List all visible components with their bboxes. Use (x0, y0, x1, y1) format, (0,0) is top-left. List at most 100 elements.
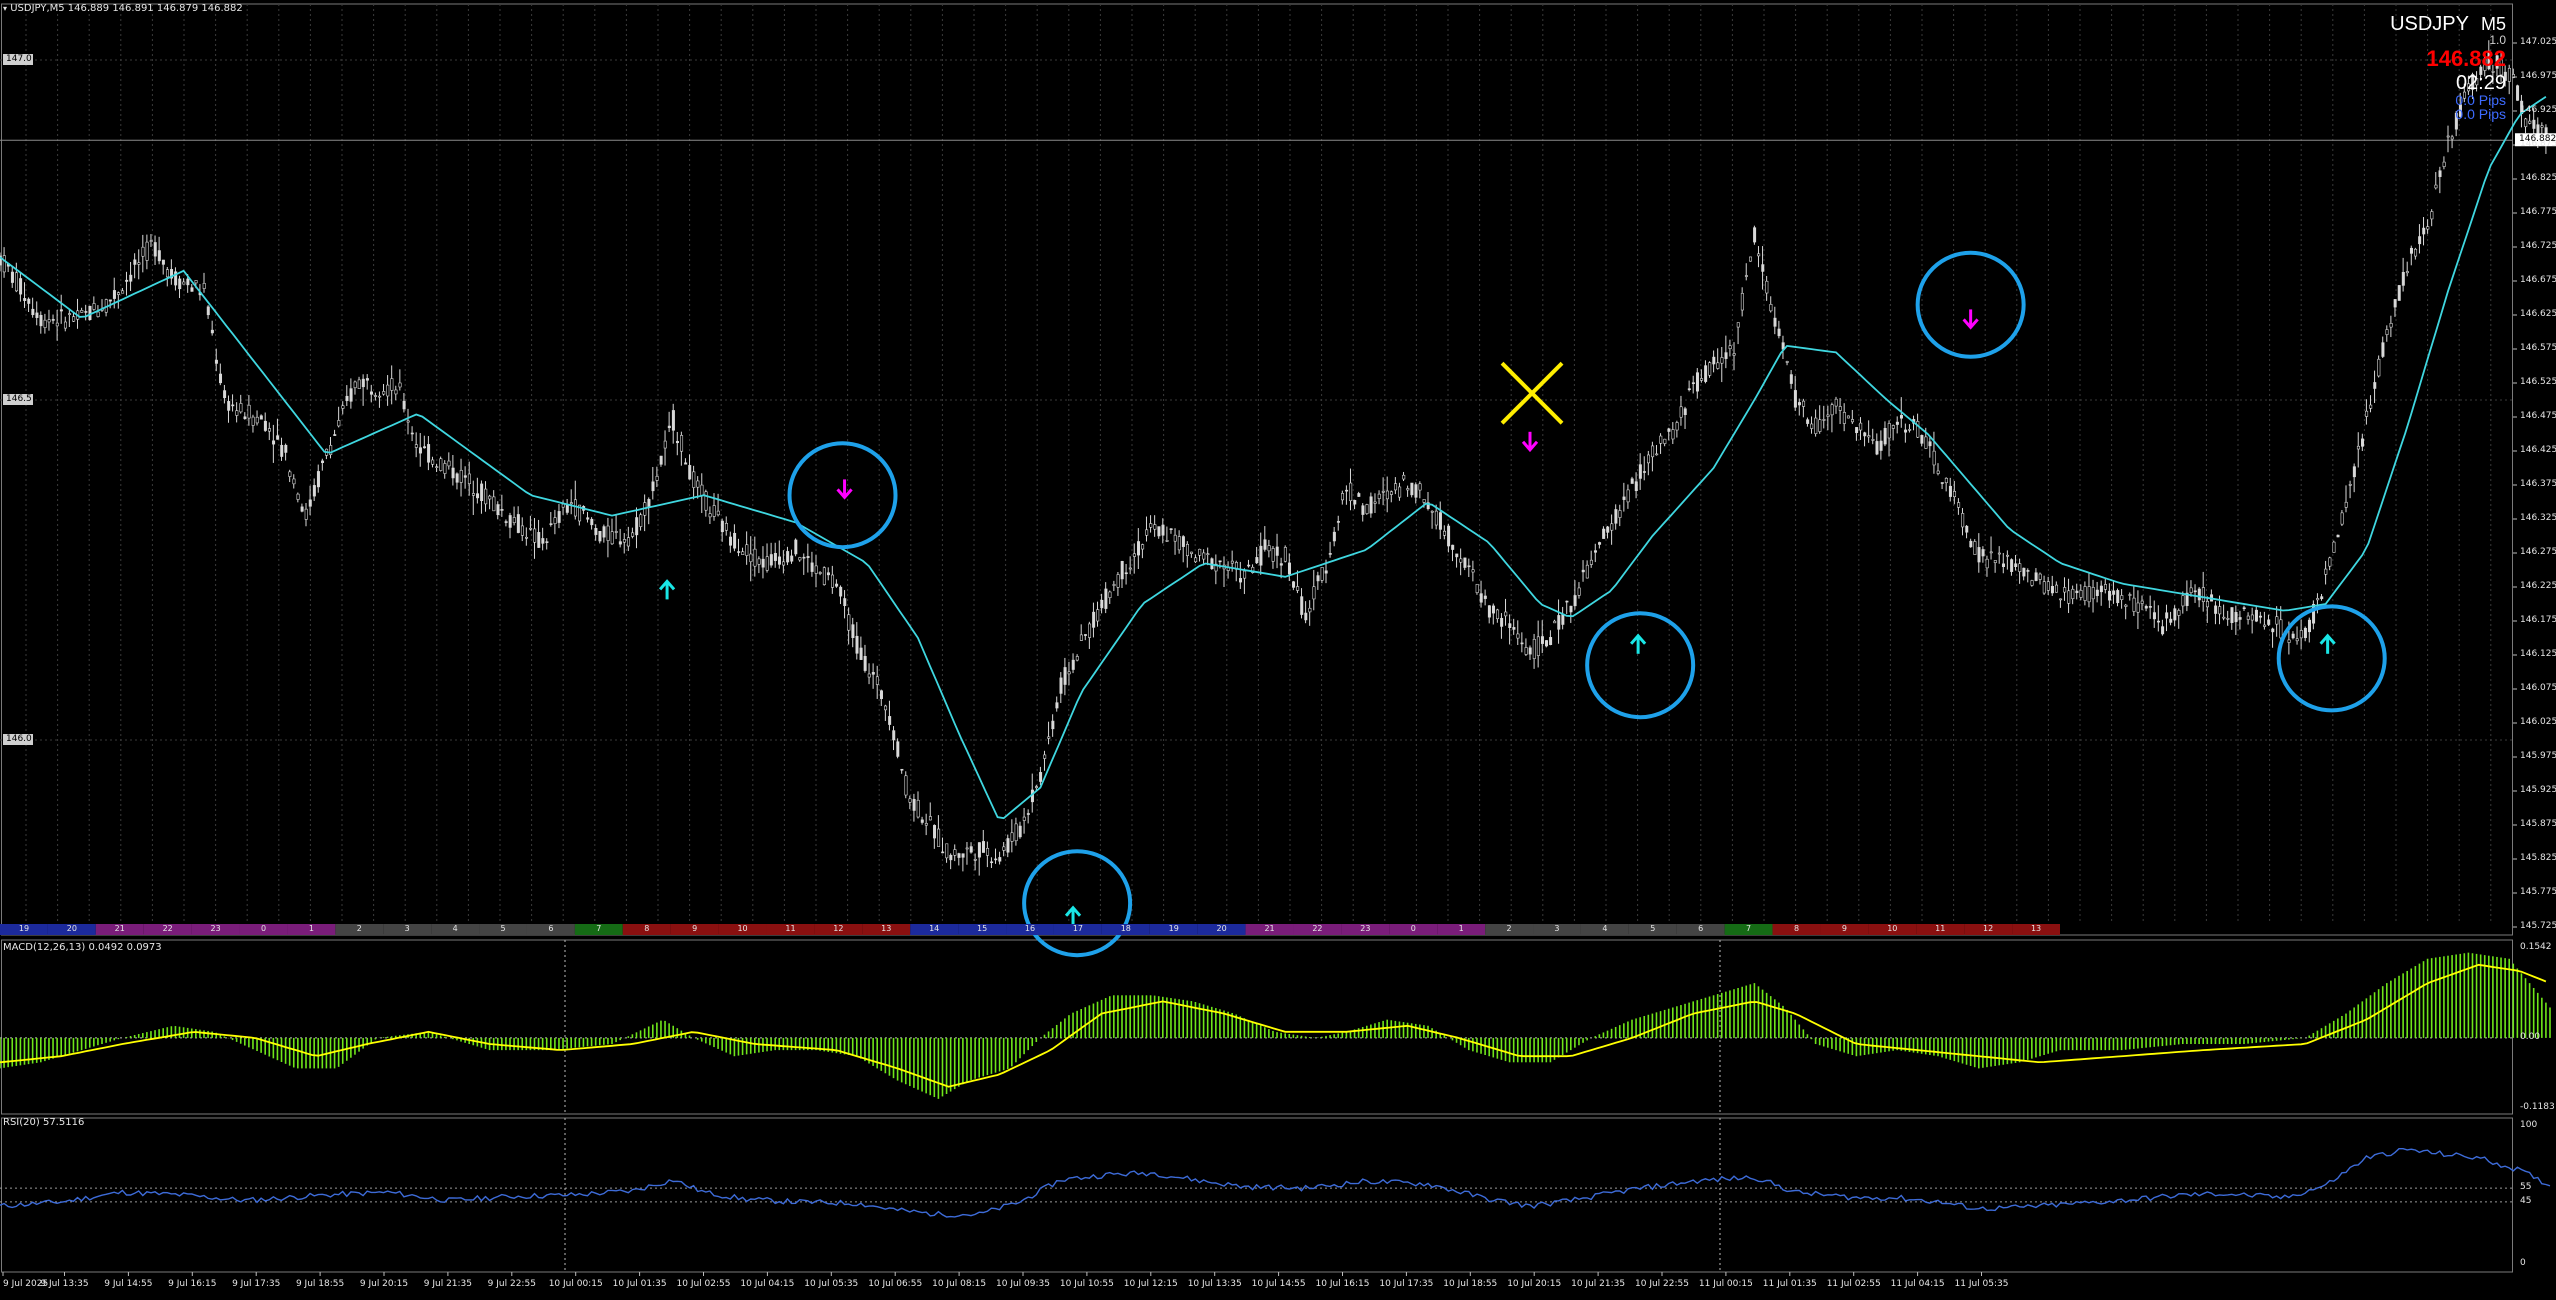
candle-body (1341, 493, 1345, 501)
candle-body (782, 561, 786, 566)
candle-body (1149, 523, 1153, 528)
candle-body (480, 483, 484, 502)
candle-body (1161, 524, 1165, 536)
candle-body (1520, 642, 1524, 645)
candle-body (382, 391, 386, 395)
candle-body (2132, 597, 2136, 612)
candle-body (1230, 560, 1234, 564)
candle-body (1536, 636, 1540, 656)
candle-body (1271, 548, 1275, 562)
candle-body (1993, 560, 1997, 563)
candle-body (961, 853, 965, 858)
candle-body (1671, 429, 1675, 440)
rsi-header: RSI(20) 57.5116 (3, 1117, 85, 1128)
candle-body (1569, 605, 1573, 613)
candle-body (508, 515, 512, 528)
candle-body (1948, 485, 1952, 497)
candle-body (1565, 600, 1569, 603)
candle-body (2263, 624, 2267, 627)
candle-body (1455, 553, 1459, 558)
candle-body (1679, 406, 1683, 418)
candle-body (871, 672, 875, 675)
candle-body (1516, 633, 1520, 639)
candle-body (55, 322, 59, 327)
session-hour-label: 14 (929, 924, 940, 933)
candle-body (1928, 441, 1932, 447)
time-axis-label: 10 Jul 00:15 (548, 1279, 603, 1289)
candle-body (888, 716, 892, 725)
candle-body (1414, 484, 1418, 498)
candle-body (1361, 505, 1365, 515)
candle-body (647, 499, 651, 508)
candle-body (447, 460, 451, 467)
candle-body (1773, 317, 1777, 327)
annotation-circle (2276, 604, 2387, 713)
session-hour-label: 3 (404, 924, 410, 933)
candle-body (72, 316, 76, 322)
candle-body (953, 849, 957, 856)
candle-body (2046, 581, 2050, 591)
session-hour-label: 22 (1312, 924, 1323, 933)
candle-body (1051, 720, 1055, 730)
candle-body (1630, 478, 1634, 484)
level-label: 146.5 (6, 394, 32, 404)
candle-body (627, 537, 631, 547)
session-hour-label: 13 (2030, 924, 2042, 933)
candle-body (1287, 562, 1291, 575)
candle-body (561, 503, 565, 508)
candle-body (1153, 524, 1157, 530)
candle-body (2303, 627, 2307, 638)
candle-body (1259, 545, 1263, 566)
symbol-quote-text: USDJPY,M5 146.889 146.891 146.879 146.88… (10, 3, 243, 14)
candle-body (402, 400, 406, 410)
candle-body (92, 303, 96, 310)
session-hour-label: 10 (737, 924, 748, 933)
candle-body (272, 440, 276, 445)
candle-body (2389, 323, 2393, 328)
candle-body (2140, 600, 2144, 604)
candle-body (908, 798, 912, 803)
candle-body (133, 259, 137, 265)
candle-body (1508, 623, 1512, 629)
candle-body (31, 308, 35, 316)
menu-triangle-icon[interactable]: ▾ (3, 4, 7, 13)
candle-body (1292, 581, 1296, 588)
candle-body (1088, 623, 1092, 638)
candle-body (435, 466, 439, 468)
candle-body (541, 538, 545, 544)
candle-body (786, 551, 790, 563)
candle-body (2287, 639, 2291, 643)
candle-body (427, 444, 431, 463)
candle-body (1504, 611, 1508, 617)
candle-body (263, 420, 267, 431)
candle-body (2271, 628, 2275, 633)
candle-body (1198, 548, 1202, 556)
candle-body (602, 526, 606, 538)
session-hour-label: 11 (785, 924, 796, 933)
candle-body (2059, 598, 2063, 601)
macd-axis-label: 0.00 (2520, 1031, 2541, 1042)
candle-body (1720, 357, 1724, 364)
time-axis-label: 10 Jul 22:55 (1635, 1279, 1689, 1289)
candle-body (1961, 513, 1965, 528)
candle-body (2397, 285, 2401, 301)
candle-body (1675, 422, 1679, 431)
chart-window[interactable]: ▾ USDJPY,M5 146.889 146.891 146.879 146.… (0, 0, 2556, 1296)
symbol-label: USDJPY (2390, 13, 2469, 35)
candle-body (1132, 553, 1136, 557)
candle-body (259, 415, 263, 420)
candle-body (1067, 671, 1071, 675)
candle-body (1634, 481, 1638, 491)
level-label: 147.0 (6, 54, 32, 64)
candle-body (1732, 353, 1736, 356)
time-axis-label: 10 Jul 02:55 (676, 1279, 731, 1289)
candle-body (1177, 536, 1181, 551)
candle-body (1528, 647, 1532, 655)
price-axis-label: 146.325 (2520, 513, 2556, 523)
candle-body (924, 823, 928, 826)
candle-body (1398, 486, 1402, 498)
chart-canvas[interactable] (0, 0, 2556, 1296)
candle-body (1100, 599, 1104, 609)
session-hour-label: 8 (1793, 924, 1800, 933)
candle-body (1475, 583, 1479, 594)
